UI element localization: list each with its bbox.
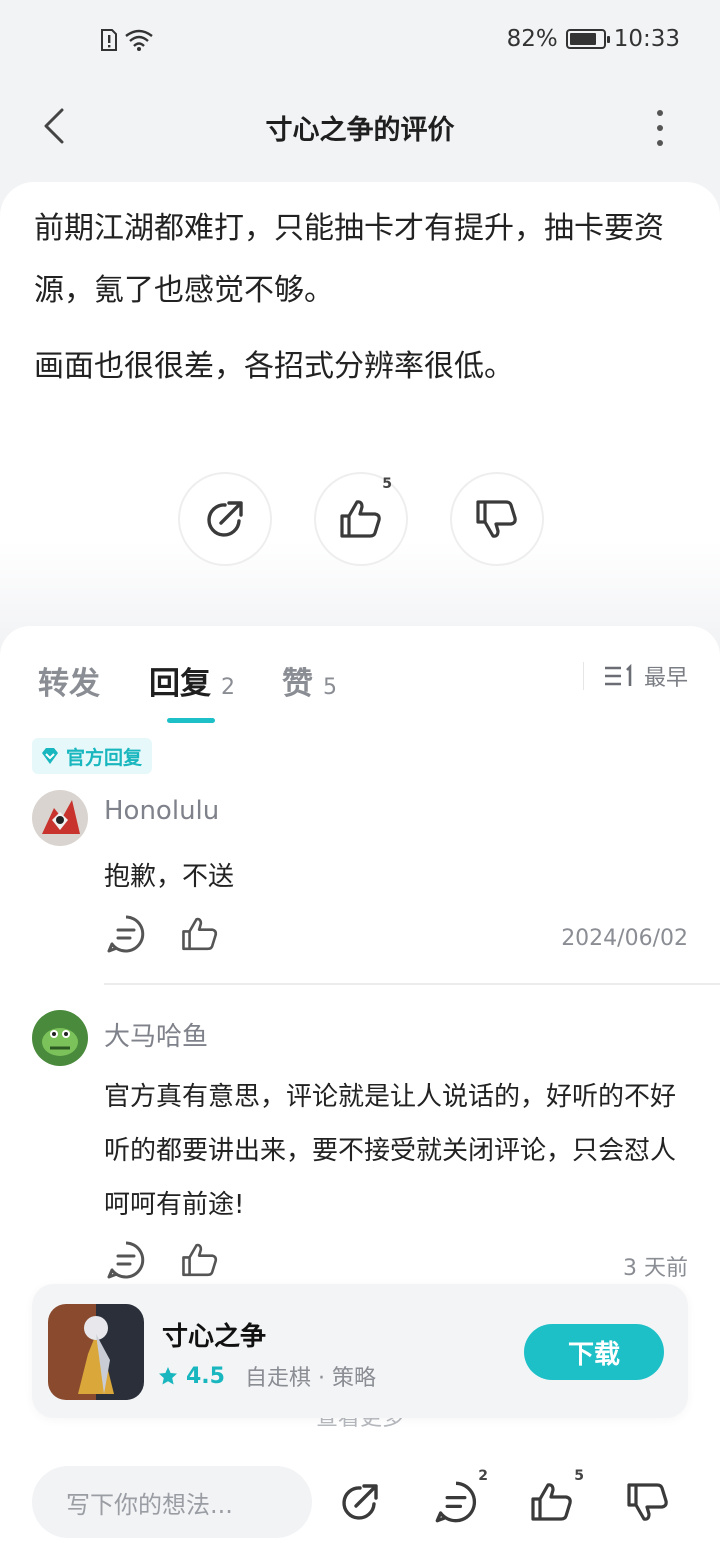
comment-author[interactable]: 大马哈鱼 <box>104 1016 208 1053</box>
clock: 10:33 <box>613 26 680 52</box>
share-icon <box>207 501 243 537</box>
wifi-icon <box>125 29 153 51</box>
sim-alert-icon <box>101 29 117 51</box>
comment-item: Honolulu 抱歉，不送 2024/06/02 <box>32 790 688 970</box>
reply-button[interactable] <box>106 914 146 958</box>
tab-label: 回复 <box>149 666 211 702</box>
dislike-button[interactable] <box>622 1476 674 1528</box>
app-tags: 自走棋 · 策略 <box>244 1366 376 1391</box>
comment-like-button[interactable] <box>180 914 220 958</box>
comment-author[interactable]: Honolulu <box>104 796 219 826</box>
share-icon <box>342 1484 378 1520</box>
status-icons-left <box>100 28 154 52</box>
tab-label: 转发 <box>38 666 100 702</box>
comment-item: 大马哈鱼 官方真有意思，评论就是让人说话的，好听的不好听的都要讲出来，要不接受就… <box>32 1010 688 1300</box>
app-name: 寸心之争 <box>162 1322 267 1352</box>
comment-date: 2024/06/02 <box>561 926 688 951</box>
active-tab-indicator <box>167 718 215 723</box>
status-bar: 82% 10:33 <box>0 0 720 84</box>
thumbs-up-icon <box>531 1483 572 1521</box>
tab-label: 赞 <box>282 666 313 702</box>
review-card: 前期江湖都难打，只能抽卡才有提升，抽卡要资源，氪了也感觉不够。 画面也很很差，各… <box>0 182 720 642</box>
header: 寸心之争的评价 <box>0 84 720 168</box>
thumbs-up-icon <box>182 917 218 951</box>
dot-icon <box>657 125 663 131</box>
diamond-check-icon <box>42 748 58 764</box>
comment-text: 抱歉，不送 <box>104 862 235 892</box>
like-count: 5 <box>574 1468 584 1484</box>
thumbs-down-icon <box>476 500 517 538</box>
comment-actions <box>106 1240 220 1284</box>
share-button[interactable] <box>178 472 272 566</box>
tab-bar: 转发 回复 2 赞 5 最早 <box>38 650 688 726</box>
review-actions: 5 <box>178 472 544 566</box>
app-meta: 4.5 自走棋 · 策略 <box>158 1360 376 1392</box>
page-title: 寸心之争的评价 <box>265 115 455 146</box>
comment-date: 3 天前 <box>623 1256 688 1281</box>
sort-button[interactable]: 最早 <box>582 662 688 691</box>
official-reply-badge: 官方回复 <box>32 738 153 774</box>
comment-icon <box>107 1241 145 1279</box>
comment-text: 官方真有意思，评论就是让人说话的，好听的不好听的都要讲出来，要不接受就关闭评论，… <box>104 1082 677 1220</box>
star-icon <box>159 1367 177 1385</box>
divider <box>104 983 720 985</box>
like-count: 5 <box>382 476 392 492</box>
like-button[interactable]: 5 <box>526 1468 584 1528</box>
app-rating: 4.5 <box>186 1363 225 1389</box>
tab-count: 5 <box>323 675 337 700</box>
comment-like-button[interactable] <box>180 1240 220 1284</box>
thumbs-up-icon <box>182 1243 218 1277</box>
official-badge-label: 官方回复 <box>66 746 143 769</box>
comment-button[interactable]: 2 <box>430 1468 488 1528</box>
comment-icon <box>107 915 145 953</box>
comment-count: 2 <box>478 1468 488 1484</box>
avatar[interactable] <box>32 790 88 846</box>
battery-percent: 82% <box>506 26 558 52</box>
sort-label: 最早 <box>643 666 688 691</box>
comment-icon <box>435 1481 477 1523</box>
bottom-bar: 写下你的想法... 2 5 <box>0 1444 720 1560</box>
dislike-button[interactable] <box>450 472 544 566</box>
app-promo-card[interactable]: 寸心之争 4.5 自走棋 · 策略 下载 <box>32 1284 688 1418</box>
tab-count: 2 <box>221 675 235 700</box>
review-paragraph: 画面也很很差，各招式分辨率很低。 <box>34 349 514 384</box>
comment-actions <box>106 914 220 958</box>
tab-reposts[interactable]: 转发 <box>38 658 100 703</box>
more-options-button[interactable] <box>640 106 680 150</box>
dot-icon <box>657 110 663 116</box>
tab-replies[interactable]: 回复 2 <box>149 658 235 703</box>
sort-icon <box>604 664 632 686</box>
comment-input[interactable]: 写下你的想法... <box>32 1466 312 1538</box>
app-icon <box>48 1304 144 1400</box>
thumbs-down-icon <box>627 1483 668 1521</box>
review-text: 前期江湖都难打，只能抽卡才有提升，抽卡要资源，氪了也感觉不够。 画面也很很差，各… <box>34 198 690 398</box>
avatar[interactable] <box>32 1010 88 1066</box>
status-icons-right: 82% 10:33 <box>507 26 680 52</box>
reply-button[interactable] <box>106 1240 146 1284</box>
tab-likes[interactable]: 赞 5 <box>282 658 337 703</box>
review-paragraph: 前期江湖都难打，只能抽卡才有提升，抽卡要资源，氪了也感觉不够。 <box>34 211 664 308</box>
download-button[interactable]: 下载 <box>524 1324 664 1380</box>
battery-icon <box>565 29 610 49</box>
like-button[interactable]: 5 <box>314 472 408 566</box>
dot-icon <box>657 140 663 146</box>
thumbs-up-icon <box>340 500 381 538</box>
share-button[interactable] <box>334 1476 386 1528</box>
